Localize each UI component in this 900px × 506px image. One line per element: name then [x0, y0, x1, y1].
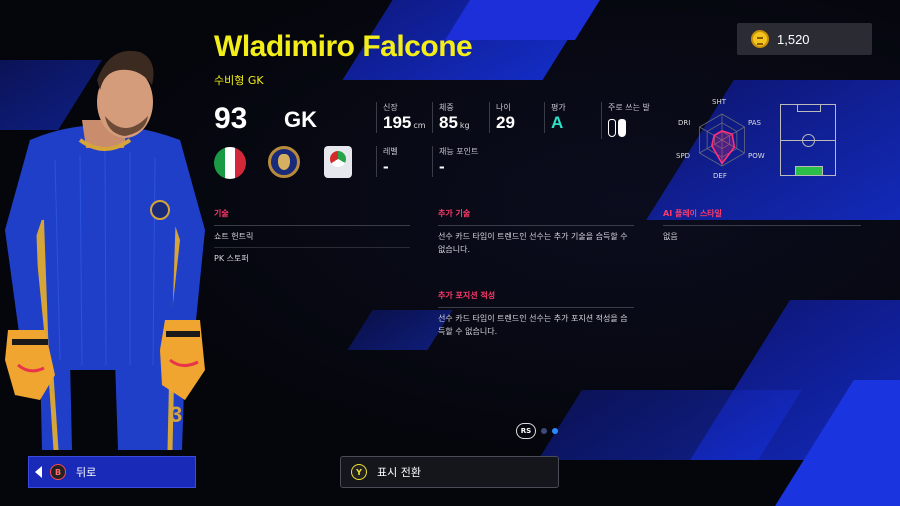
stat-height-label: 신장 — [383, 103, 398, 112]
y-button-icon: Y — [351, 464, 367, 480]
rs-stick-icon: RS — [516, 423, 536, 439]
stat-rating-label: 평가 — [551, 103, 566, 112]
stat-weight-label: 체중 — [439, 103, 454, 112]
ai-style-value: 없음 — [663, 232, 678, 241]
svg-text:3: 3 — [170, 402, 182, 427]
stat-height-value: 195 — [383, 113, 412, 132]
stat-weight: 체중 85 kg — [432, 102, 470, 133]
chevron-left-icon — [35, 466, 42, 478]
pitch-gk-zone-highlight — [795, 166, 823, 176]
skill-item[interactable]: 쇼트 헌트릭 — [214, 226, 410, 248]
radar-label-spd: SPD — [676, 152, 691, 160]
coin-icon — [751, 30, 769, 48]
bg-stripe — [538, 390, 802, 460]
switch-view-button[interactable]: Y 표시 전환 — [340, 456, 559, 488]
ability-radar: SHT PAS POW DEF SPD DRI — [676, 98, 768, 182]
radar-chart — [699, 113, 745, 167]
switch-view-label: 표시 전환 — [377, 466, 421, 479]
stat-age: 나이 29 — [489, 102, 515, 133]
stat-age-label: 나이 — [496, 103, 511, 112]
page-indicator[interactable]: RS — [516, 423, 558, 439]
pitch-center-circle — [802, 134, 815, 147]
stat-skill-points: 재능 포인트 - — [432, 146, 478, 177]
club-badge-icon — [268, 146, 300, 178]
stat-height: 신장 195 cm — [376, 102, 426, 133]
player-detail-screen: 3 1,520 Wladimiro Falcone 수비형 GK 93 GK 신… — [0, 0, 900, 506]
radar-label-def: DEF — [713, 172, 727, 180]
page-dot-active[interactable] — [552, 428, 558, 434]
stat-skill-points-label: 재능 포인트 — [439, 147, 479, 156]
stat-rating-value: A — [551, 113, 564, 132]
stat-level-label: 레벨 — [383, 147, 398, 156]
radar-label-dri: DRI — [678, 119, 691, 127]
right-foot-icon — [608, 119, 626, 139]
player-overall: 93 — [214, 102, 248, 135]
stat-foot: 주로 쓰는 발 — [601, 102, 650, 139]
extra-skills-text: 선수 카드 타입이 트렌드인 선수는 추가 기술을 습득할 수 없습니다. — [438, 232, 628, 254]
pitch-box-top — [797, 104, 821, 112]
skill-item[interactable]: PK 스토퍼 — [214, 248, 410, 269]
stat-rating: 평가 A — [544, 102, 566, 133]
stat-level-value: - — [383, 157, 389, 176]
player-name: Wladimiro Falcone — [214, 30, 473, 63]
extra-skills-title: 추가 기술 — [438, 208, 634, 226]
skills-section: 기술 쇼트 헌트릭 PK 스토퍼 — [214, 208, 410, 269]
page-dot[interactable] — [541, 428, 547, 434]
radar-label-pow: POW — [748, 152, 765, 160]
stat-foot-label: 주로 쓰는 발 — [608, 103, 650, 112]
b-button-icon: B — [50, 464, 66, 480]
extra-skills-section: 추가 기술 선수 카드 타입이 트렌드인 선수는 추가 기술을 습득할 수 없습… — [438, 208, 634, 256]
skills-title: 기술 — [214, 208, 410, 226]
extra-positions-section: 추가 포지션 적성 선수 카드 타입이 트렌드인 선수는 추가 포지션 적성을 … — [438, 290, 634, 338]
player-playstyle: 수비형 GK — [214, 74, 264, 87]
bg-stripe — [347, 310, 453, 350]
player-position: GK — [284, 107, 317, 132]
extra-positions-title: 추가 포지션 적성 — [438, 290, 634, 308]
league-logo-icon — [324, 146, 352, 178]
radar-label-sht: SHT — [712, 98, 726, 106]
stat-weight-value: 85 — [439, 113, 458, 132]
extra-positions-text: 선수 카드 타입이 트렌드인 선수는 추가 포지션 적성을 습득할 수 없습니다… — [438, 314, 628, 336]
player-portrait: 3 — [5, 50, 205, 450]
coin-balance: 1,520 — [737, 23, 872, 55]
stat-height-unit: cm — [413, 121, 426, 130]
italy-flag-icon — [214, 147, 246, 179]
radar-label-pas: PAS — [748, 119, 762, 127]
position-pitch-map — [780, 104, 836, 176]
stat-weight-unit: kg — [459, 121, 470, 130]
stat-age-value: 29 — [496, 113, 515, 132]
coin-amount: 1,520 — [777, 31, 810, 47]
ai-style-title: AI 플레이 스타일 — [663, 208, 861, 226]
ai-style-section: AI 플레이 스타일 없음 — [663, 208, 861, 243]
stat-level: 레벨 - — [376, 146, 398, 177]
radar-value-shape — [711, 130, 736, 165]
back-button[interactable]: B 뒤로 — [28, 456, 196, 488]
back-button-label: 뒤로 — [76, 466, 97, 479]
stat-skill-points-value: - — [439, 157, 445, 176]
